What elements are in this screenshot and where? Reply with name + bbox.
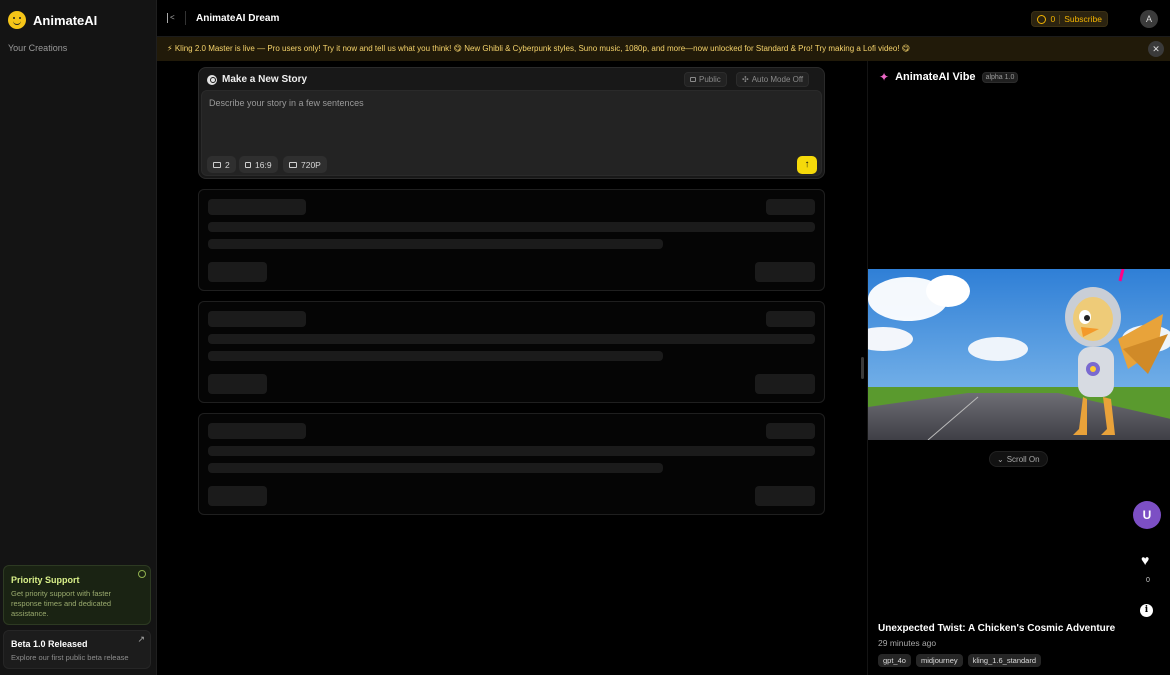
beta-release-card[interactable]: ↗ Beta 1.0 Released Explore our first pu… xyxy=(3,630,151,669)
sidebar: AnimateAI Your Creations Priority Suppor… xyxy=(0,0,157,675)
scene-count-selector[interactable]: 2 xyxy=(207,156,236,173)
story-header: Make a New Story xyxy=(207,74,307,85)
promo-desc: Get priority support with faster respons… xyxy=(11,589,112,618)
image-icon xyxy=(289,161,297,168)
story-input-area: 2 16:9 720P ↑ xyxy=(201,90,822,176)
announcement-banner: ⚡ Kling 2.0 Master is live — Pro users o… xyxy=(157,37,1170,61)
ratio-icon xyxy=(245,161,251,168)
announcement-text: ⚡ Kling 2.0 Master is live — Pro users o… xyxy=(167,44,911,53)
vibe-header: ✦ AnimateAI Vibe alpha 1.0 xyxy=(879,70,1019,84)
video-time: 29 minutes ago xyxy=(878,638,937,648)
vibe-panel: ✦ AnimateAI Vibe alpha 1.0 ⌄ Scroll On U… xyxy=(867,61,1170,675)
resolution: 720P xyxy=(301,159,321,170)
heart-icon[interactable]: ♥ xyxy=(1141,552,1149,568)
info-icon[interactable]: i xyxy=(1140,604,1153,617)
public-label: Public xyxy=(699,75,721,84)
story-title: Make a New Story xyxy=(222,74,308,85)
external-link-icon: ↗ xyxy=(137,634,145,644)
tag: gpt_4o xyxy=(878,654,911,667)
tag: midjourney xyxy=(915,654,963,667)
story-input[interactable] xyxy=(209,98,799,138)
chicken-astronaut-image xyxy=(868,269,1170,440)
credit-count: 0 xyxy=(1050,14,1056,24)
smile-logo-icon xyxy=(8,11,26,29)
video-preview[interactable] xyxy=(868,269,1170,440)
credits-subscribe[interactable]: 0 Subscribe xyxy=(1031,11,1108,27)
scenes-icon xyxy=(213,161,221,168)
scroll-toggle[interactable]: ⌄ Scroll On xyxy=(989,451,1048,467)
resolution-selector[interactable]: 720P xyxy=(283,156,327,173)
video-title: Unexpected Twist: A Chicken's Cosmic Adv… xyxy=(878,623,1116,634)
brand[interactable]: AnimateAI xyxy=(8,11,97,29)
vibe-badge: alpha 1.0 xyxy=(981,71,1019,83)
loading-card xyxy=(198,413,825,515)
avatar[interactable]: A xyxy=(1140,10,1158,28)
scene-count: 2 xyxy=(225,159,230,170)
divider xyxy=(185,11,186,25)
panel-resize-handle[interactable] xyxy=(861,357,864,379)
sidebar-item-your-creations[interactable]: Your Creations xyxy=(8,43,67,53)
tag: kling_1.6_standard xyxy=(967,654,1042,667)
aspect-ratio-selector[interactable]: 16:9 xyxy=(239,156,278,173)
sparkle-icon: ✦ xyxy=(879,70,890,84)
lock-icon xyxy=(690,77,696,82)
auto-mode-toggle[interactable]: ✣ Auto Mode Off xyxy=(736,72,810,87)
auto-mode-icon: ✣ xyxy=(742,75,749,84)
loading-card xyxy=(198,189,825,291)
page-title: AnimateAI Dream xyxy=(196,13,280,24)
top-bar: < AnimateAI Dream 0 Subscribe A xyxy=(157,0,1170,37)
coin-icon xyxy=(1037,14,1047,24)
vibe-title: AnimateAI Vibe xyxy=(895,71,976,83)
public-toggle[interactable]: Public xyxy=(684,72,727,87)
subscribe-button[interactable]: Subscribe xyxy=(1064,14,1102,24)
brand-name: AnimateAI xyxy=(33,12,98,28)
close-icon[interactable]: ✕ xyxy=(1148,41,1164,57)
beta-title: Beta 1.0 Released xyxy=(11,639,88,649)
support-icon xyxy=(138,570,146,578)
loading-card xyxy=(198,301,825,403)
aspect-ratio: 16:9 xyxy=(255,159,272,170)
like-count: 0 xyxy=(1146,577,1150,584)
story-icon xyxy=(207,74,217,85)
chevron-down-icon: ⌄ xyxy=(997,454,1004,464)
new-story-card: Make a New Story Public ✣ Auto Mode Off … xyxy=(198,67,825,179)
auto-mode-label: Auto Mode Off xyxy=(751,75,804,84)
creator-avatar[interactable]: U xyxy=(1133,501,1161,529)
promo-title: Priority Support xyxy=(11,575,80,585)
send-button[interactable]: ↑ xyxy=(797,156,817,174)
beta-desc: Explore our first public beta release xyxy=(11,653,129,662)
collapse-sidebar-icon[interactable]: < xyxy=(167,13,177,23)
priority-support-card[interactable]: Priority Support Get priority support wi… xyxy=(3,565,151,625)
model-tags: gpt_4o midjourney kling_1.6_standard xyxy=(878,654,1042,667)
scroll-label: Scroll On xyxy=(1006,454,1040,464)
